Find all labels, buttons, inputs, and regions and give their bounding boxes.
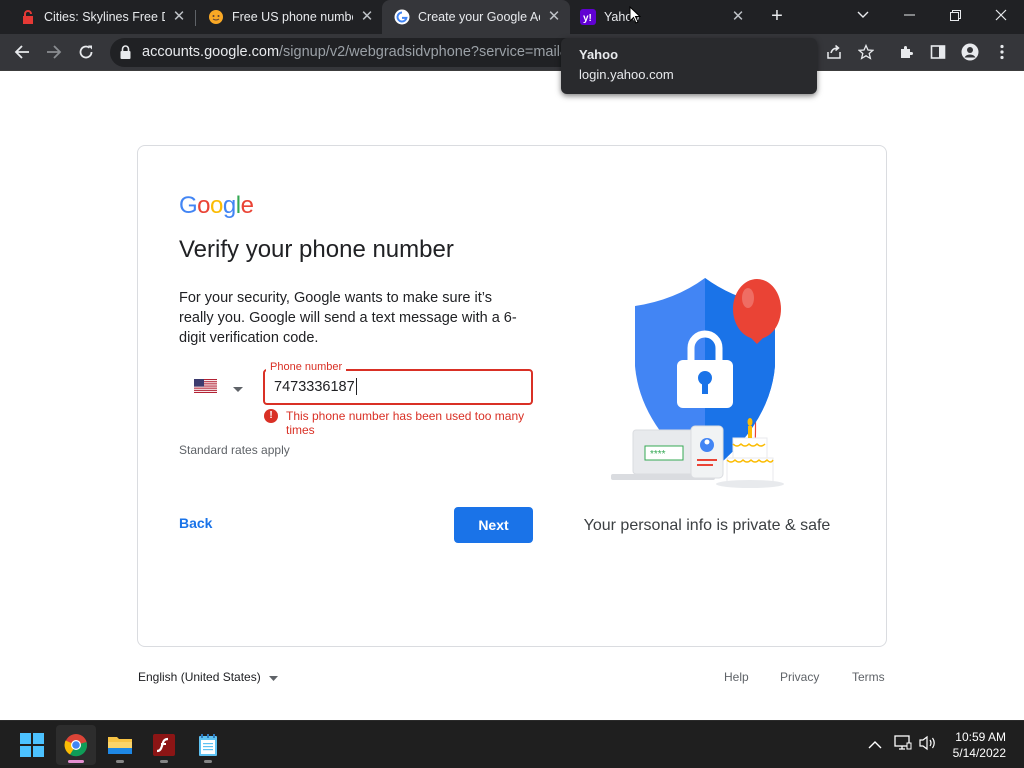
chevron-down-icon	[233, 379, 243, 397]
chevron-down-icon	[268, 670, 278, 684]
share-icon[interactable]	[818, 34, 850, 70]
signup-card: Google Verify your phone number For your…	[137, 145, 887, 647]
privacy-link[interactable]: Privacy	[780, 670, 819, 684]
yahoo-icon: y!	[580, 9, 596, 25]
tab-title: Cities: Skylines Free Do	[44, 10, 165, 24]
running-indicator	[160, 760, 168, 763]
bookmark-star-icon[interactable]	[850, 34, 882, 70]
side-panel-icon[interactable]	[922, 34, 954, 70]
red-lock-icon	[20, 9, 36, 25]
page-description: For your security, Google wants to make …	[179, 290, 517, 346]
tab-cities-skylines[interactable]: Cities: Skylines Free Do ✕	[0, 0, 195, 34]
close-tab-icon[interactable]: ✕	[546, 9, 562, 25]
country-select[interactable]	[194, 378, 250, 398]
next-button[interactable]: Next	[454, 507, 533, 543]
tab-hover-tooltip: Yahoo login.yahoo.com	[561, 38, 817, 94]
system-clock[interactable]: 10:59 AM 5/14/2022	[953, 729, 1006, 761]
tab-title: Free US phone number	[232, 10, 353, 24]
tab-strip: Cities: Skylines Free Do ✕ Free US phone…	[0, 0, 1024, 34]
chrome-icon[interactable]	[56, 725, 96, 765]
browser-toolbar: accounts.google.com/signup/v2/webgradsid…	[0, 34, 1024, 71]
mouse-cursor-icon	[629, 5, 642, 29]
running-indicator	[204, 760, 212, 763]
extensions-puzzle-icon[interactable]	[890, 34, 922, 70]
flash-icon[interactable]	[144, 725, 184, 765]
help-link[interactable]: Help	[724, 670, 749, 684]
close-window-button[interactable]	[978, 0, 1024, 30]
language-select[interactable]: English (United States)	[138, 670, 278, 684]
back-button[interactable]: Back	[171, 507, 220, 539]
clock-date: 5/14/2022	[952, 746, 1006, 760]
page-title: Verify your phone number	[179, 236, 454, 263]
close-tab-icon[interactable]: ✕	[730, 9, 746, 25]
phone-number-label: Phone number	[266, 361, 347, 373]
tab-title: Yahoo	[604, 10, 640, 24]
phone-number-input[interactable]: 7473336187	[263, 369, 533, 405]
us-flag-icon	[194, 378, 217, 398]
clock-time: 10:59 AM	[955, 730, 1006, 744]
svg-text:y!: y!	[583, 13, 592, 24]
rates-note: Standard rates apply	[179, 443, 290, 457]
url-text: accounts.google.com/signup/v2/webgradsid…	[142, 44, 577, 60]
phone-number-value: 7473336187	[274, 379, 355, 395]
back-arrow-icon[interactable]	[6, 34, 38, 70]
windows-start-icon[interactable]	[12, 725, 52, 765]
profile-avatar-icon[interactable]	[954, 34, 986, 70]
tab-create-google-account[interactable]: Create your Google Ac ✕	[382, 0, 570, 34]
terms-link[interactable]: Terms	[852, 670, 885, 684]
new-tab-button[interactable]: +	[766, 6, 788, 28]
active-indicator	[68, 760, 84, 763]
restore-button[interactable]	[932, 0, 978, 30]
chevron-up-icon[interactable]	[868, 737, 882, 755]
tab-title: Create your Google Ac	[418, 10, 540, 24]
reload-icon[interactable]	[70, 34, 102, 70]
tooltip-url: login.yahoo.com	[579, 67, 674, 82]
face-emoji-icon	[208, 9, 224, 25]
privacy-illustration: ****	[605, 276, 785, 504]
lock-icon[interactable]	[120, 45, 131, 64]
running-indicator	[116, 760, 124, 763]
google-g-icon	[394, 9, 410, 25]
phone-error-message: This phone number has been used too many…	[286, 409, 525, 437]
volume-icon[interactable]	[918, 735, 938, 756]
google-logo: Google	[179, 192, 254, 219]
tab-free-us-phone[interactable]: Free US phone number ✕	[188, 0, 383, 34]
network-icon[interactable]	[894, 735, 912, 756]
tooltip-title: Yahoo	[579, 47, 619, 62]
notepad-icon[interactable]	[188, 725, 228, 765]
close-tab-icon[interactable]: ✕	[171, 9, 187, 25]
windows-taskbar: 10:59 AM 5/14/2022	[0, 720, 1024, 768]
tab-search-icon[interactable]	[840, 0, 886, 30]
more-menu-icon[interactable]	[986, 34, 1018, 70]
close-tab-icon[interactable]: ✕	[359, 9, 375, 25]
illustration-code: ****	[650, 449, 666, 460]
file-explorer-icon[interactable]	[100, 725, 140, 765]
privacy-caption: Your personal info is private & safe	[583, 517, 831, 534]
language-label: English (United States)	[138, 670, 261, 684]
tab-yahoo[interactable]: y! Yahoo ✕	[570, 0, 758, 34]
text-caret	[356, 378, 357, 395]
forward-arrow-icon[interactable]	[38, 34, 70, 70]
minimize-button[interactable]	[886, 0, 932, 30]
error-icon: !	[264, 409, 278, 423]
